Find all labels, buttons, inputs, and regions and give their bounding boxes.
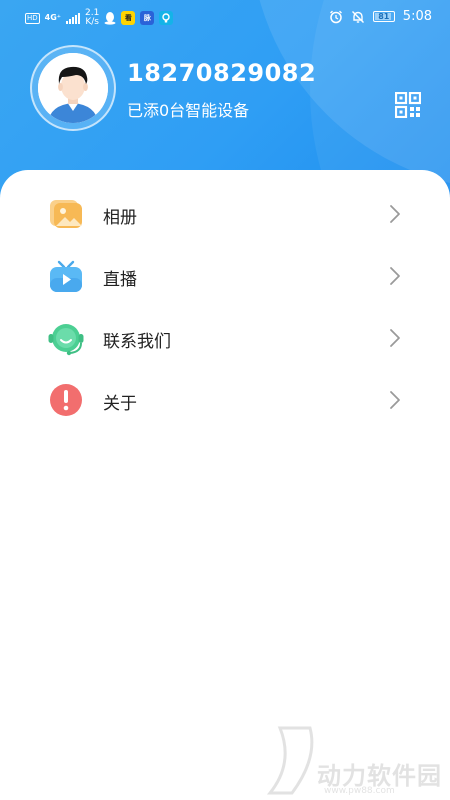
menu-item-live[interactable]: 直播	[0, 245, 450, 307]
kan-app-icon: 看	[121, 11, 136, 25]
alarm-icon	[329, 10, 342, 23]
menu-item-label: 联系我们	[103, 332, 171, 352]
avatar[interactable]	[30, 45, 116, 131]
chevron-right-icon	[390, 329, 400, 347]
tv-live-icon	[50, 260, 82, 292]
status-bar: HD 4G⁺ 2.1 K/s 看 脉 81 5:08	[0, 0, 450, 34]
user-phone-number: 18270829082	[127, 59, 317, 87]
menu-item-label: 相册	[103, 208, 137, 228]
watermark-logo-icon	[266, 726, 314, 795]
clock-time: 5:08	[402, 9, 432, 24]
photo-album-icon	[50, 200, 82, 228]
avatar-image	[38, 53, 108, 123]
exclamation-info-icon	[50, 384, 82, 416]
chevron-right-icon	[390, 267, 400, 285]
mute-bell-icon	[351, 10, 364, 23]
device-count-text: 已添0台智能设备	[127, 101, 250, 120]
signal-icon	[66, 12, 81, 24]
headset-support-icon	[48, 324, 84, 356]
network-speed: 2.1 K/s	[85, 9, 99, 27]
chevron-right-icon	[390, 205, 400, 223]
maimai-app-icon: 脉	[140, 11, 155, 25]
speed-unit: K/s	[85, 17, 99, 27]
menu-panel: 相册 直播 联系我们 关于	[0, 170, 450, 800]
watermark: 动力软件园 www.pw88.com	[262, 718, 450, 800]
menu-item-label: 关于	[103, 394, 137, 414]
battery-level: 81	[378, 12, 390, 21]
menu-item-album[interactable]: 相册	[0, 183, 450, 245]
battery-icon: 81	[372, 11, 395, 22]
network-type-label: 4G⁺	[44, 13, 62, 22]
qq-icon	[104, 12, 116, 25]
bulb-app-icon	[159, 11, 174, 25]
watermark-url: www.pw88.com	[324, 786, 395, 796]
menu-item-about[interactable]: 关于	[0, 369, 450, 431]
qr-code-icon[interactable]	[395, 92, 421, 118]
user-avatar-icon	[38, 53, 108, 123]
hd-icon: HD	[25, 12, 40, 24]
menu-item-contact-us[interactable]: 联系我们	[0, 307, 450, 369]
chevron-right-icon	[390, 391, 400, 409]
menu-item-label: 直播	[103, 270, 137, 290]
